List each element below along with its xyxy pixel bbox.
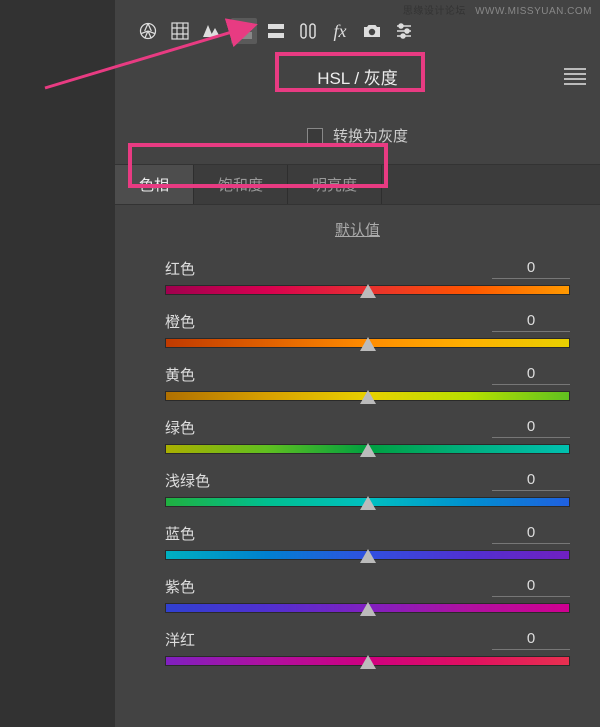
slider-row: 橙色 0 <box>165 311 570 348</box>
slider-value[interactable]: 0 <box>492 630 570 650</box>
slider-thumb[interactable] <box>360 337 376 351</box>
slider-label: 浅绿色 <box>165 470 210 491</box>
panel-title: HSL / 灰度 <box>297 58 418 95</box>
slider-value[interactable]: 0 <box>492 577 570 597</box>
slider-value[interactable]: 0 <box>492 524 570 544</box>
slider-track[interactable] <box>165 550 570 560</box>
slider-label: 红色 <box>165 258 195 279</box>
grayscale-checkbox[interactable] <box>307 128 323 144</box>
tab-luminance[interactable]: 明亮度 <box>288 165 382 204</box>
slider-list: 红色 0 橙色 0 黄色 0 绿色 0 浅绿色 0 蓝色 0 紫色 0 洋红 0 <box>115 258 600 666</box>
slider-value[interactable]: 0 <box>492 365 570 385</box>
split-icon[interactable] <box>263 18 289 44</box>
slider-thumb[interactable] <box>360 602 376 616</box>
menu-icon[interactable] <box>564 66 586 88</box>
watermark: 思缘设计论坛 WWW.MISSYUAN.COM <box>403 2 592 17</box>
tab-saturation[interactable]: 饱和度 <box>194 165 288 204</box>
slider-value[interactable]: 0 <box>492 418 570 438</box>
fx-icon[interactable]: fx <box>327 18 353 44</box>
slider-row: 绿色 0 <box>165 417 570 454</box>
grayscale-label: 转换为灰度 <box>333 125 408 146</box>
slider-label: 黄色 <box>165 364 195 385</box>
camera-icon[interactable] <box>359 18 385 44</box>
slider-row: 浅绿色 0 <box>165 470 570 507</box>
slider-value[interactable]: 0 <box>492 471 570 491</box>
slider-row: 蓝色 0 <box>165 523 570 560</box>
slider-thumb[interactable] <box>360 655 376 669</box>
slider-label: 绿色 <box>165 417 195 438</box>
slider-thumb[interactable] <box>360 390 376 404</box>
slider-row: 黄色 0 <box>165 364 570 401</box>
slider-track[interactable] <box>165 391 570 401</box>
default-link[interactable]: 默认值 <box>335 222 380 239</box>
slider-value[interactable]: 0 <box>492 259 570 279</box>
tab-hue[interactable]: 色相 <box>115 165 194 204</box>
slider-track[interactable] <box>165 656 570 666</box>
slider-label: 洋红 <box>165 629 195 650</box>
slider-track[interactable] <box>165 444 570 454</box>
slider-thumb[interactable] <box>360 549 376 563</box>
slider-thumb[interactable] <box>360 496 376 510</box>
slider-thumb[interactable] <box>360 443 376 457</box>
slider-label: 紫色 <box>165 576 195 597</box>
slider-track[interactable] <box>165 497 570 507</box>
slider-track[interactable] <box>165 338 570 348</box>
slider-value[interactable]: 0 <box>492 312 570 332</box>
slider-thumb[interactable] <box>360 284 376 298</box>
slider-row: 紫色 0 <box>165 576 570 613</box>
lens-icon[interactable] <box>295 18 321 44</box>
slider-label: 橙色 <box>165 311 195 332</box>
slider-track[interactable] <box>165 603 570 613</box>
hsl-panel-icon[interactable] <box>231 18 257 44</box>
slider-row: 红色 0 <box>165 258 570 295</box>
slider-row: 洋红 0 <box>165 629 570 666</box>
hsl-tabs: 色相 饱和度 明亮度 <box>115 164 600 205</box>
sliders-icon[interactable] <box>391 18 417 44</box>
slider-track[interactable] <box>165 285 570 295</box>
slider-label: 蓝色 <box>165 523 195 544</box>
grid-icon[interactable] <box>167 18 193 44</box>
triangles-icon[interactable] <box>199 18 225 44</box>
aperture-icon[interactable] <box>135 18 161 44</box>
